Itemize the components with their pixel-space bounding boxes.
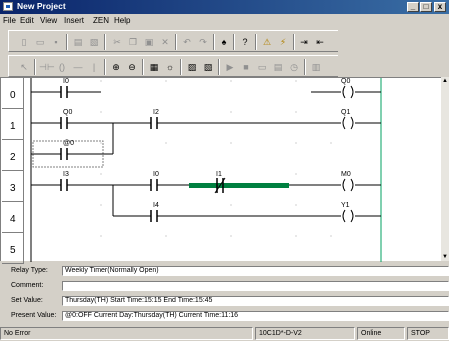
contact-label: I3 (63, 171, 69, 178)
select-pointer-icon[interactable]: ↖ (17, 60, 31, 74)
contact-label: I0 (153, 171, 159, 178)
contact-label: @0 (63, 140, 74, 147)
find-icon[interactable]: ♠ (217, 35, 231, 49)
window-title: New Project (17, 1, 66, 11)
ladder-editor[interactable]: 0 1 2 3 4 5 I0 Q0 Q0 I2 Q1 @0 I3 I0 I1 M… (0, 77, 441, 264)
app-icon (3, 2, 13, 11)
status-connection: Online (357, 327, 405, 340)
status-mode: STOP (407, 327, 449, 340)
status-error: No Error (0, 327, 253, 340)
vertical-scrollbar[interactable]: ▲ ▼ (441, 77, 449, 261)
contact-label: I2 (153, 109, 159, 116)
zoom-out-icon[interactable]: ⊖ (125, 60, 139, 74)
present-value-label: Present Value: (11, 312, 57, 319)
redo-icon[interactable]: ↷ (196, 35, 210, 49)
contact-label: I4 (153, 202, 159, 209)
vertical-line-icon[interactable]: | (87, 60, 101, 74)
scroll-up-icon[interactable]: ▲ (441, 77, 449, 85)
print-icon[interactable]: ▤ (71, 35, 85, 49)
coil-label: M0 (341, 171, 351, 178)
comment-label: Comment: (11, 282, 44, 289)
clock-icon[interactable]: ◷ (287, 60, 301, 74)
title-bar: New Project _ □ x (0, 0, 449, 14)
present-value-field: @0:OFF Current Day:Thursday(TH) Current … (62, 311, 449, 321)
properties-icon[interactable]: ▥ (309, 60, 323, 74)
scroll-down-icon[interactable]: ▼ (441, 253, 449, 261)
contact-label: I1 (216, 171, 222, 178)
print-preview-icon[interactable]: ▧ (87, 35, 101, 49)
monitor-alert-icon[interactable]: ⚡ (276, 35, 290, 49)
coil-label: Q0 (341, 78, 350, 85)
status-bar: No Error 10C1D*-D-V2 Online STOP (0, 326, 449, 341)
ladder-diagram: I0 Q0 Q0 I2 Q1 @0 I3 I0 I1 M0 I4 Y1 (30, 78, 382, 262)
set-value-field: Thursday(TH) Start Time:15:15 End Time:1… (62, 296, 449, 306)
paste-icon[interactable]: ▣ (142, 35, 156, 49)
contact-label: I0 (63, 78, 69, 85)
menu-bar: File Edit View Insert ZEN Help (0, 14, 449, 28)
program-view-icon[interactable]: ▨ (185, 60, 199, 74)
menu-file[interactable]: File (3, 16, 16, 25)
stop-icon[interactable]: ■ (239, 60, 253, 74)
comment-field[interactable] (62, 281, 449, 291)
warning-icon[interactable]: ⚠ (260, 35, 274, 49)
monitor-view-icon[interactable]: ▧ (201, 60, 215, 74)
minimize-button[interactable]: _ (407, 2, 419, 12)
delete-icon[interactable]: ✕ (158, 35, 172, 49)
open-folder-icon[interactable]: ▭ (33, 35, 47, 49)
new-file-icon[interactable]: ▯ (17, 35, 31, 49)
restore-button[interactable]: □ (420, 2, 432, 12)
relay-type-field: Weekly Timer(Normally Open) (62, 266, 449, 276)
menu-insert[interactable]: Insert (64, 16, 84, 25)
menu-help[interactable]: Help (114, 16, 130, 25)
info-panel: Relay Type: Weekly Timer(Normally Open) … (0, 262, 449, 326)
relay-type-label: Relay Type: (11, 267, 48, 274)
contact-label: Q0 (63, 109, 72, 116)
grid-icon[interactable]: ▦ (147, 60, 161, 74)
settings-icon[interactable]: ☼ (163, 60, 177, 74)
save-icon[interactable]: ▪ (49, 35, 63, 49)
menu-edit[interactable]: Edit (20, 16, 34, 25)
table-icon[interactable]: ▤ (271, 60, 285, 74)
set-value-label: Set Value: (11, 297, 43, 304)
simulate-icon[interactable]: ▭ (255, 60, 269, 74)
main-toolbar: ▯ ▭ ▪ ▤ ▧ ✂ ❐ ▣ ✕ ↶ ↷ ♠ ? ⚠ ⚡ ⇥ ⇤ (8, 30, 338, 52)
transfer-from-icon[interactable]: ⇤ (313, 35, 327, 49)
zoom-in-icon[interactable]: ⊕ (109, 60, 123, 74)
run-icon[interactable]: ▶ (223, 60, 237, 74)
transfer-to-icon[interactable]: ⇥ (297, 35, 311, 49)
horizontal-line-icon[interactable]: — (71, 60, 85, 74)
menu-zen[interactable]: ZEN (93, 16, 109, 25)
coil-icon[interactable]: () (55, 60, 69, 74)
cut-icon[interactable]: ✂ (110, 35, 124, 49)
coil-label: Q1 (341, 109, 350, 116)
coil-label: Y1 (341, 202, 350, 209)
contact-icon[interactable]: ⊣⊢ (39, 60, 55, 74)
close-button[interactable]: x (434, 2, 446, 12)
undo-icon[interactable]: ↶ (180, 35, 194, 49)
status-model: 10C1D*-D-V2 (255, 327, 355, 340)
selected-element-highlight (189, 183, 289, 188)
menu-view[interactable]: View (40, 16, 57, 25)
help-icon[interactable]: ? (238, 35, 252, 49)
copy-icon[interactable]: ❐ (126, 35, 140, 49)
edit-toolbar: ↖ ⊣⊢ () — | ⊕ ⊖ ▦ ☼ ▨ ▧ ▶ ■ ▭ ▤ ◷ ▥ (8, 55, 338, 77)
